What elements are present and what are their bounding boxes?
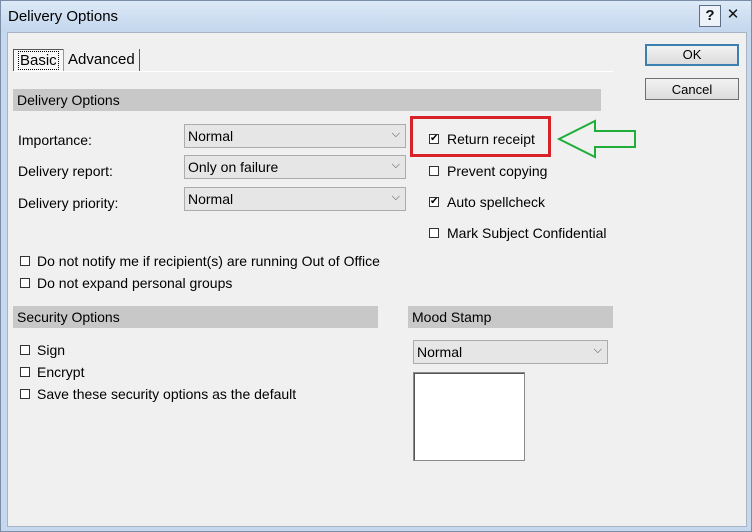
tab-advanced[interactable]: Advanced xyxy=(63,49,140,71)
delivery-report-value: Only on failure xyxy=(188,159,279,175)
security-options-header: Security Options xyxy=(13,306,378,328)
mark-confidential-label: Mark Subject Confidential xyxy=(447,225,607,241)
encrypt-checkbox[interactable] xyxy=(20,367,30,377)
chevron-down-icon: ⌵ xyxy=(593,344,602,356)
mood-stamp-preview xyxy=(413,372,525,461)
importance-value: Normal xyxy=(188,128,234,144)
no-notify-ooo-label: Do not notify me if recipient(s) are run… xyxy=(37,253,380,269)
auto-spellcheck-checkbox[interactable]: ✔ xyxy=(429,197,439,207)
tab-divider xyxy=(13,71,613,72)
tab-advanced-label: Advanced xyxy=(68,51,135,68)
auto-spellcheck-label: Auto spellcheck xyxy=(447,194,546,210)
delivery-options-header: Delivery Options xyxy=(13,89,601,111)
chevron-down-icon: ⌵ xyxy=(391,128,400,140)
cancel-button[interactable]: Cancel xyxy=(645,78,739,100)
ok-button[interactable]: OK xyxy=(645,44,739,66)
title-bar: Delivery Options ? ✕ xyxy=(1,1,751,31)
window-title: Delivery Options xyxy=(8,8,119,25)
close-button[interactable]: ✕ xyxy=(723,5,743,25)
prevent-copying-label: Prevent copying xyxy=(447,163,548,179)
encrypt-label: Encrypt xyxy=(37,364,85,380)
importance-label: Importance: xyxy=(18,132,92,148)
tab-basic[interactable]: Basic xyxy=(13,49,64,72)
return-receipt-highlight xyxy=(410,116,551,157)
sign-label: Sign xyxy=(37,342,66,358)
delivery-priority-label: Delivery priority: xyxy=(18,195,119,211)
save-security-default-label: Save these security options as the defau… xyxy=(37,386,297,402)
delivery-options-dialog: Delivery Options ? ✕ Basic Advanced OK C… xyxy=(0,0,752,532)
help-button[interactable]: ? xyxy=(699,5,721,27)
delivery-priority-select[interactable]: Normal ⌵ xyxy=(184,187,406,211)
chevron-down-icon: ⌵ xyxy=(391,159,400,171)
save-security-default-checkbox[interactable] xyxy=(20,389,30,399)
delivery-priority-value: Normal xyxy=(188,191,234,207)
no-expand-groups-checkbox[interactable] xyxy=(20,278,30,288)
mood-stamp-value: Normal xyxy=(417,344,463,360)
arrow-left-icon xyxy=(557,119,636,159)
delivery-report-label: Delivery report: xyxy=(18,163,113,179)
delivery-report-select[interactable]: Only on failure ⌵ xyxy=(184,155,406,179)
tab-basic-label: Basic xyxy=(18,51,59,70)
sign-checkbox[interactable] xyxy=(20,345,30,355)
prevent-copying-checkbox[interactable] xyxy=(429,166,439,176)
no-expand-groups-label: Do not expand personal groups xyxy=(37,275,233,291)
no-notify-ooo-checkbox[interactable] xyxy=(20,256,30,266)
chevron-down-icon: ⌵ xyxy=(391,191,400,203)
mood-stamp-header: Mood Stamp xyxy=(408,306,613,328)
importance-select[interactable]: Normal ⌵ xyxy=(184,124,406,148)
mood-stamp-select[interactable]: Normal ⌵ xyxy=(413,340,608,364)
mark-confidential-checkbox[interactable] xyxy=(429,228,439,238)
